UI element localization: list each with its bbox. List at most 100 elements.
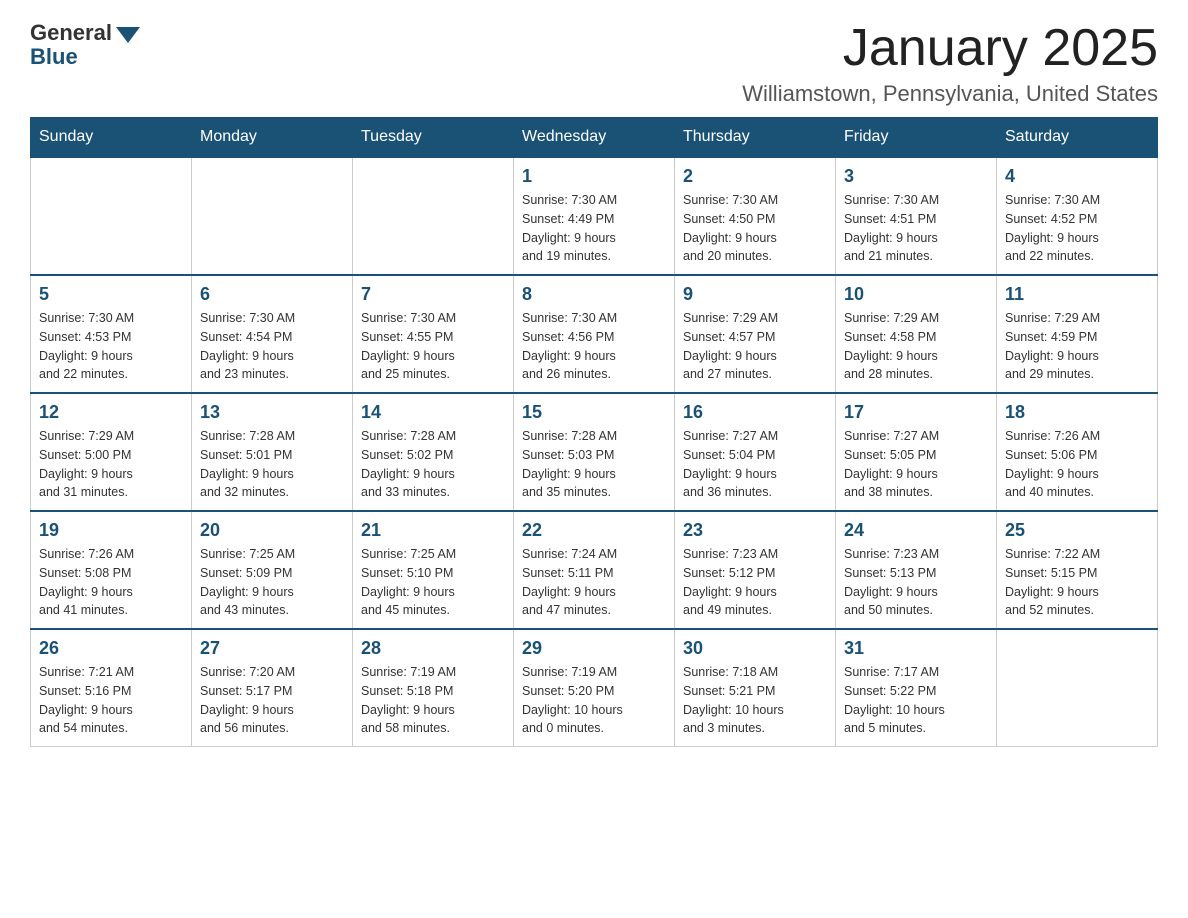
calendar-week-row: 26Sunrise: 7:21 AMSunset: 5:16 PMDayligh… [31, 629, 1158, 747]
calendar-cell [192, 157, 353, 275]
day-info: Sunrise: 7:25 AMSunset: 5:09 PMDaylight:… [200, 545, 344, 620]
day-info: Sunrise: 7:30 AMSunset: 4:54 PMDaylight:… [200, 309, 344, 384]
calendar-week-row: 1 Sunrise: 7:30 AMSunset: 4:49 PMDaylight… [31, 157, 1158, 275]
day-number: 27 [200, 638, 344, 659]
day-number: 22 [522, 520, 666, 541]
location-title: Williamstown, Pennsylvania, United State… [742, 81, 1158, 107]
calendar-cell: 6 Sunrise: 7:30 AMSunset: 4:54 PMDaylight… [192, 275, 353, 393]
calendar-cell: 31Sunrise: 7:17 AMSunset: 5:22 PMDayligh… [836, 629, 997, 747]
calendar-cell: 4 Sunrise: 7:30 AMSunset: 4:52 PMDaylight… [997, 157, 1158, 275]
day-number: 16 [683, 402, 827, 423]
day-number: 30 [683, 638, 827, 659]
day-info: Sunrise: 7:19 AMSunset: 5:20 PMDaylight:… [522, 663, 666, 738]
calendar-cell: 19Sunrise: 7:26 AMSunset: 5:08 PMDayligh… [31, 511, 192, 629]
day-number: 26 [39, 638, 183, 659]
day-info: Sunrise: 7:18 AMSunset: 5:21 PMDaylight:… [683, 663, 827, 738]
calendar-cell: 27 Sunrise: 7:20 AMSunset: 5:17 PMDayligh… [192, 629, 353, 747]
logo-blue-text: Blue [30, 44, 78, 70]
day-number: 10 [844, 284, 988, 305]
day-info: Sunrise: 7:20 AMSunset: 5:17 PMDaylight:… [200, 663, 344, 738]
day-info: Sunrise: 7:30 AMSunset: 4:52 PMDaylight:… [1005, 191, 1149, 266]
day-number: 18 [1005, 402, 1149, 423]
calendar-cell: 9 Sunrise: 7:29 AMSunset: 4:57 PMDaylight… [675, 275, 836, 393]
weekday-header: Monday [192, 118, 353, 158]
day-number: 20 [200, 520, 344, 541]
weekday-header: Sunday [31, 118, 192, 158]
calendar-week-row: 19Sunrise: 7:26 AMSunset: 5:08 PMDayligh… [31, 511, 1158, 629]
day-number: 8 [522, 284, 666, 305]
weekday-header: Thursday [675, 118, 836, 158]
day-info: Sunrise: 7:28 AMSunset: 5:03 PMDaylight:… [522, 427, 666, 502]
day-info: Sunrise: 7:29 AMSunset: 4:57 PMDaylight:… [683, 309, 827, 384]
calendar-cell [353, 157, 514, 275]
day-number: 12 [39, 402, 183, 423]
day-number: 25 [1005, 520, 1149, 541]
day-info: Sunrise: 7:30 AMSunset: 4:49 PMDaylight:… [522, 191, 666, 266]
day-info: Sunrise: 7:29 AMSunset: 4:59 PMDaylight:… [1005, 309, 1149, 384]
calendar-cell [997, 629, 1158, 747]
day-number: 9 [683, 284, 827, 305]
day-number: 11 [1005, 284, 1149, 305]
day-number: 4 [1005, 166, 1149, 187]
month-title: January 2025 [742, 20, 1158, 77]
calendar-week-row: 5Sunrise: 7:30 AMSunset: 4:53 PMDaylight… [31, 275, 1158, 393]
day-info: Sunrise: 7:27 AMSunset: 5:05 PMDaylight:… [844, 427, 988, 502]
calendar-cell: 15Sunrise: 7:28 AMSunset: 5:03 PMDayligh… [514, 393, 675, 511]
day-number: 28 [361, 638, 505, 659]
calendar-week-row: 12 Sunrise: 7:29 AMSunset: 5:00 PMDayligh… [31, 393, 1158, 511]
day-number: 14 [361, 402, 505, 423]
day-number: 2 [683, 166, 827, 187]
day-number: 7 [361, 284, 505, 305]
day-info: Sunrise: 7:28 AMSunset: 5:01 PMDaylight:… [200, 427, 344, 502]
calendar-cell: 20 Sunrise: 7:25 AMSunset: 5:09 PMDayligh… [192, 511, 353, 629]
calendar-cell: 14 Sunrise: 7:28 AMSunset: 5:02 PMDayligh… [353, 393, 514, 511]
calendar-cell: 2Sunrise: 7:30 AMSunset: 4:50 PMDaylight… [675, 157, 836, 275]
day-number: 5 [39, 284, 183, 305]
calendar-cell: 1 Sunrise: 7:30 AMSunset: 4:49 PMDaylight… [514, 157, 675, 275]
calendar-header-row: SundayMondayTuesdayWednesdayThursdayFrid… [31, 118, 1158, 158]
day-info: Sunrise: 7:25 AMSunset: 5:10 PMDaylight:… [361, 545, 505, 620]
day-info: Sunrise: 7:30 AMSunset: 4:51 PMDaylight:… [844, 191, 988, 266]
calendar-cell: 18 Sunrise: 7:26 AMSunset: 5:06 PMDayligh… [997, 393, 1158, 511]
weekday-header: Tuesday [353, 118, 514, 158]
calendar-cell: 8 Sunrise: 7:30 AMSunset: 4:56 PMDaylight… [514, 275, 675, 393]
day-info: Sunrise: 7:26 AMSunset: 5:08 PMDaylight:… [39, 545, 183, 620]
title-block: January 2025 Williamstown, Pennsylvania,… [742, 20, 1158, 107]
day-info: Sunrise: 7:30 AMSunset: 4:56 PMDaylight:… [522, 309, 666, 384]
day-info: Sunrise: 7:22 AMSunset: 5:15 PMDaylight:… [1005, 545, 1149, 620]
day-number: 1 [522, 166, 666, 187]
day-info: Sunrise: 7:29 AMSunset: 4:58 PMDaylight:… [844, 309, 988, 384]
day-number: 24 [844, 520, 988, 541]
day-info: Sunrise: 7:29 AMSunset: 5:00 PMDaylight:… [39, 427, 183, 502]
day-info: Sunrise: 7:19 AMSunset: 5:18 PMDaylight:… [361, 663, 505, 738]
calendar-cell [31, 157, 192, 275]
calendar-cell: 10 Sunrise: 7:29 AMSunset: 4:58 PMDayligh… [836, 275, 997, 393]
calendar-cell: 29Sunrise: 7:19 AMSunset: 5:20 PMDayligh… [514, 629, 675, 747]
calendar-cell: 5Sunrise: 7:30 AMSunset: 4:53 PMDaylight… [31, 275, 192, 393]
day-number: 31 [844, 638, 988, 659]
day-info: Sunrise: 7:27 AMSunset: 5:04 PMDaylight:… [683, 427, 827, 502]
calendar-cell: 28 Sunrise: 7:19 AMSunset: 5:18 PMDayligh… [353, 629, 514, 747]
day-info: Sunrise: 7:26 AMSunset: 5:06 PMDaylight:… [1005, 427, 1149, 502]
calendar-cell: 17 Sunrise: 7:27 AMSunset: 5:05 PMDayligh… [836, 393, 997, 511]
page-header: General Blue January 2025 Williamstown, … [30, 20, 1158, 107]
calendar-cell: 24Sunrise: 7:23 AMSunset: 5:13 PMDayligh… [836, 511, 997, 629]
weekday-header: Friday [836, 118, 997, 158]
weekday-header: Wednesday [514, 118, 675, 158]
day-number: 23 [683, 520, 827, 541]
calendar-cell: 21 Sunrise: 7:25 AMSunset: 5:10 PMDayligh… [353, 511, 514, 629]
calendar-cell: 23Sunrise: 7:23 AMSunset: 5:12 PMDayligh… [675, 511, 836, 629]
calendar-cell: 11 Sunrise: 7:29 AMSunset: 4:59 PMDayligh… [997, 275, 1158, 393]
calendar-cell: 25 Sunrise: 7:22 AMSunset: 5:15 PMDayligh… [997, 511, 1158, 629]
calendar-cell: 26Sunrise: 7:21 AMSunset: 5:16 PMDayligh… [31, 629, 192, 747]
logo: General Blue [30, 20, 140, 70]
day-number: 21 [361, 520, 505, 541]
calendar-cell: 22Sunrise: 7:24 AMSunset: 5:11 PMDayligh… [514, 511, 675, 629]
day-number: 3 [844, 166, 988, 187]
logo-general-text: General [30, 20, 112, 46]
day-number: 17 [844, 402, 988, 423]
day-info: Sunrise: 7:28 AMSunset: 5:02 PMDaylight:… [361, 427, 505, 502]
calendar-cell: 30 Sunrise: 7:18 AMSunset: 5:21 PMDayligh… [675, 629, 836, 747]
day-info: Sunrise: 7:30 AMSunset: 4:55 PMDaylight:… [361, 309, 505, 384]
day-number: 6 [200, 284, 344, 305]
